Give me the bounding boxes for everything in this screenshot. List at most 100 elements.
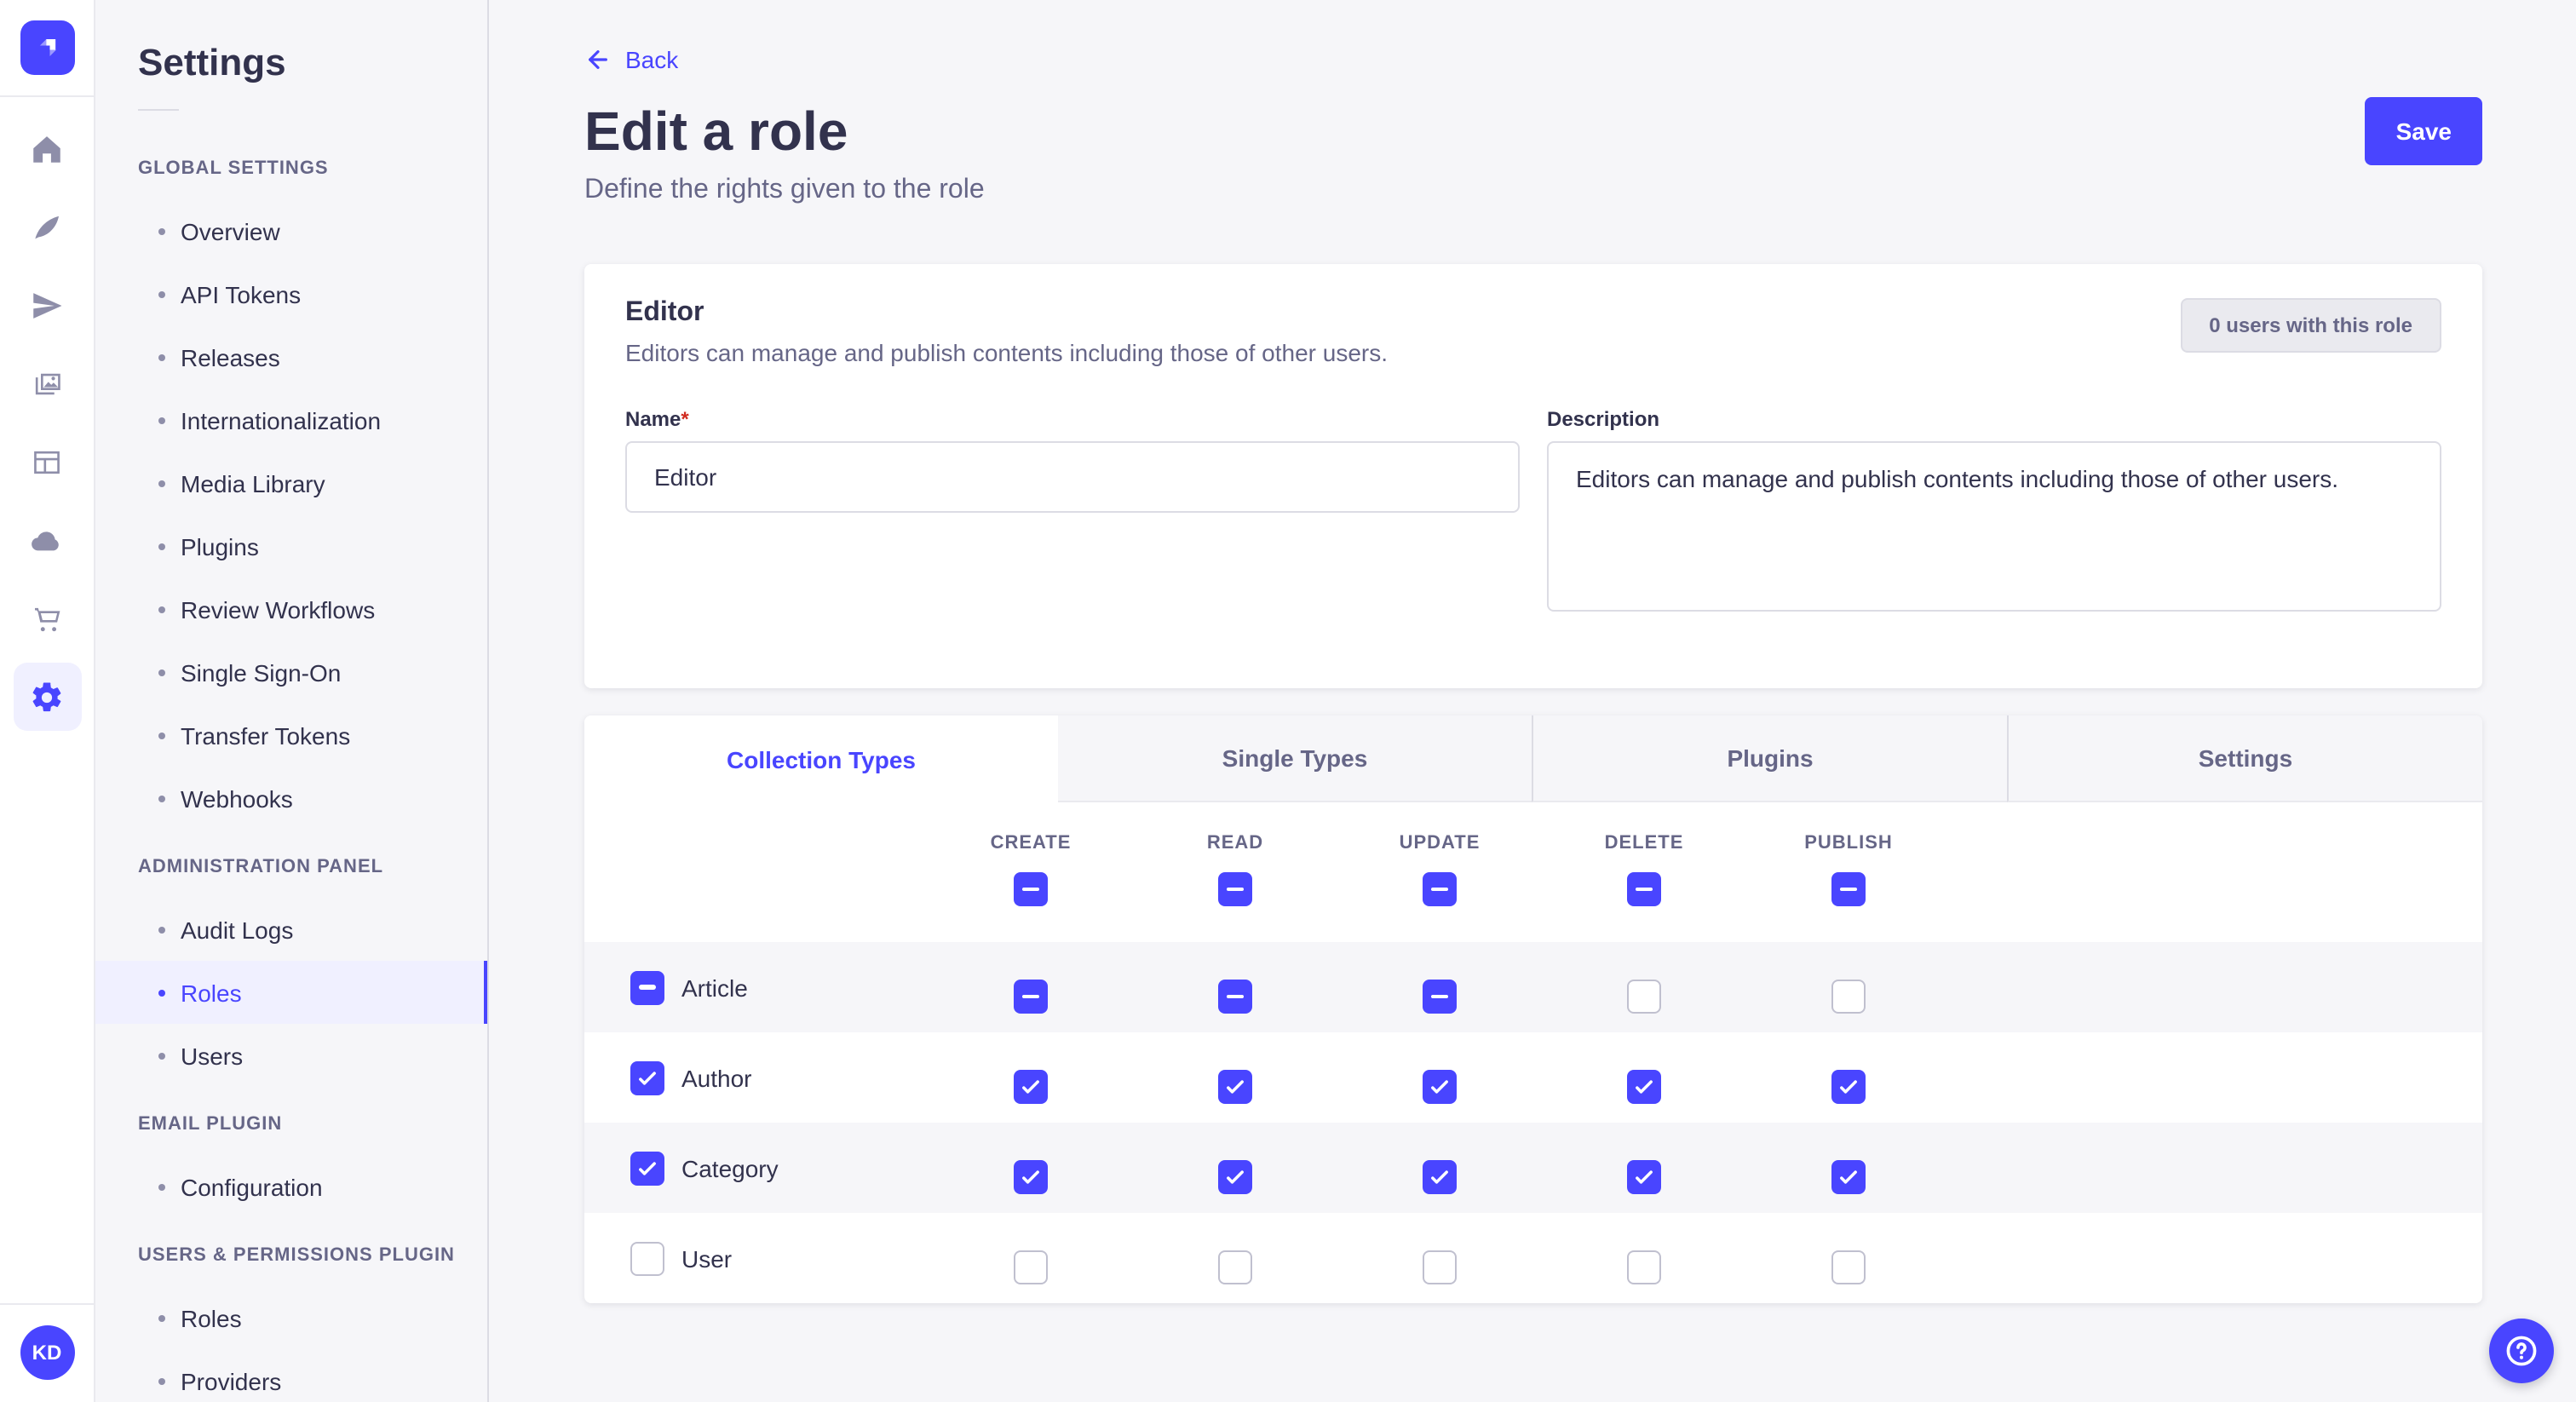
sidebar-item-single-sign-on[interactable]: Single Sign-On [95, 641, 487, 704]
row-label: Category [681, 1154, 779, 1181]
bullet-dot-icon [158, 480, 165, 486]
required-asterisk: * [681, 407, 688, 431]
sidebar-item-label: Providers [181, 1367, 281, 1394]
author-create-checkbox[interactable] [1014, 1070, 1048, 1104]
select-all-publish-checkbox[interactable] [1831, 872, 1866, 906]
strapi-logo-glyph [30, 31, 64, 65]
author-publish-checkbox[interactable] [1831, 1070, 1866, 1104]
sidebar-item-internationalization[interactable]: Internationalization [95, 388, 487, 451]
indeterminate-dash-icon [1227, 888, 1244, 892]
sidebar-item-review-workflows[interactable]: Review Workflows [95, 577, 487, 641]
sidebar-item-webhooks[interactable]: Webhooks [95, 767, 487, 830]
save-button[interactable]: Save [2366, 97, 2482, 165]
indeterminate-dash-icon [1431, 888, 1448, 892]
sidebar-section-global-settings: GLOBAL SETTINGSOverviewAPI TokensRelease… [95, 158, 487, 830]
tab-settings[interactable]: Settings [2007, 715, 2482, 802]
role-description-input[interactable]: Editors can manage and publish contents … [1547, 441, 2441, 612]
permission-cell [1746, 1032, 1951, 1123]
rail-item-home-icon[interactable] [13, 114, 81, 182]
permission-cell [1133, 942, 1337, 1032]
category-create-checkbox[interactable] [1014, 1160, 1048, 1194]
sidebar-item-plugins[interactable]: Plugins [95, 514, 487, 577]
deploy-cloud-icon [29, 522, 65, 558]
sidebar-item-overview[interactable]: Overview [95, 199, 487, 262]
row-name-cell: Article [584, 942, 929, 1032]
sidebar-item-audit-logs[interactable]: Audit Logs [95, 898, 487, 961]
select-all-update-checkbox[interactable] [1423, 872, 1457, 906]
column-header-label: PUBLISH [1804, 833, 1893, 853]
sidebar-section-header: USERS & PERMISSIONS PLUGIN [95, 1245, 487, 1266]
sidebar-item-users[interactable]: Users [95, 1024, 487, 1087]
select-all-delete-checkbox[interactable] [1627, 872, 1661, 906]
user-update-checkbox[interactable] [1423, 1250, 1457, 1284]
select-all-read-checkbox[interactable] [1218, 872, 1252, 906]
rail-item-media-library-images-icon[interactable] [13, 349, 81, 417]
sidebar-item-configuration[interactable]: Configuration [95, 1155, 487, 1218]
author-update-checkbox[interactable] [1423, 1070, 1457, 1104]
back-label: Back [625, 46, 678, 73]
article-create-checkbox[interactable] [1014, 980, 1048, 1014]
check-icon [1632, 1165, 1656, 1189]
help-question-icon [2503, 1332, 2540, 1370]
category-update-checkbox[interactable] [1423, 1160, 1457, 1194]
sidebar-item-providers[interactable]: Providers [95, 1349, 487, 1402]
help-button[interactable] [2489, 1319, 2554, 1383]
tab-plugins[interactable]: Plugins [1532, 715, 2007, 802]
author-read-checkbox[interactable] [1218, 1070, 1252, 1104]
sidebar-item-releases[interactable]: Releases [95, 325, 487, 388]
sidebar-item-api-tokens[interactable]: API Tokens [95, 262, 487, 325]
check-icon [1837, 1075, 1860, 1099]
rail-item-deploy-cloud-icon[interactable] [13, 506, 81, 574]
row-label: User [681, 1244, 732, 1272]
permission-cell [1746, 942, 1951, 1032]
category-delete-checkbox[interactable] [1627, 1160, 1661, 1194]
sidebar-item-media-library[interactable]: Media Library [95, 451, 487, 514]
rail-item-releases-paper-plane-icon[interactable] [13, 271, 81, 339]
content-type-builder-layout-icon [29, 444, 65, 480]
sidebar-item-transfer-tokens[interactable]: Transfer Tokens [95, 704, 487, 767]
indeterminate-dash-icon [1431, 995, 1448, 999]
permission-cell [1542, 1213, 1746, 1303]
category-row-checkbox[interactable] [630, 1151, 664, 1185]
rail-item-content-manager-feather-icon[interactable] [13, 192, 81, 261]
permissions-column-delete: DELETE [1542, 802, 1746, 942]
permissions-column-read: READ [1133, 802, 1337, 942]
user-avatar[interactable]: KD [20, 1325, 74, 1380]
article-row-checkbox[interactable] [630, 970, 664, 1004]
check-icon [1019, 1165, 1043, 1189]
sidebar-item-roles[interactable]: Roles [95, 961, 487, 1024]
author-delete-checkbox[interactable] [1627, 1070, 1661, 1104]
category-read-checkbox[interactable] [1218, 1160, 1252, 1194]
sidebar-item-label: Plugins [181, 532, 259, 560]
select-all-create-checkbox[interactable] [1014, 872, 1048, 906]
sidebar-item-label: Audit Logs [181, 916, 293, 943]
sidebar-item-label: API Tokens [181, 280, 301, 307]
rail-item-settings-gear-icon[interactable] [13, 663, 81, 731]
user-publish-checkbox[interactable] [1831, 1250, 1866, 1284]
back-link[interactable]: Back [584, 46, 678, 73]
author-row-checkbox[interactable] [630, 1060, 664, 1095]
strapi-logo[interactable] [20, 20, 74, 75]
tab-single-types[interactable]: Single Types [1058, 715, 1532, 802]
user-row-checkbox[interactable] [630, 1241, 664, 1275]
category-publish-checkbox[interactable] [1831, 1160, 1866, 1194]
user-read-checkbox[interactable] [1218, 1250, 1252, 1284]
user-delete-checkbox[interactable] [1627, 1250, 1661, 1284]
indeterminate-dash-icon [639, 985, 656, 990]
page-subtitle: Define the rights given to the role [584, 175, 2482, 206]
article-read-checkbox[interactable] [1218, 980, 1252, 1014]
user-create-checkbox[interactable] [1014, 1250, 1048, 1284]
permission-cell [1337, 1213, 1542, 1303]
rail-item-content-type-builder-layout-icon[interactable] [13, 428, 81, 496]
permission-cell [929, 1213, 1133, 1303]
bullet-dot-icon [158, 795, 165, 802]
column-header-label: READ [1207, 833, 1263, 853]
role-name-input[interactable] [625, 441, 1520, 513]
sidebar-item-roles[interactable]: Roles [95, 1286, 487, 1349]
indeterminate-dash-icon [1840, 888, 1857, 892]
rail-item-marketplace-cart-icon[interactable] [13, 584, 81, 652]
article-update-checkbox[interactable] [1423, 980, 1457, 1014]
article-delete-checkbox[interactable] [1627, 980, 1661, 1014]
tab-collection-types[interactable]: Collection Types [584, 715, 1058, 802]
article-publish-checkbox[interactable] [1831, 980, 1866, 1014]
